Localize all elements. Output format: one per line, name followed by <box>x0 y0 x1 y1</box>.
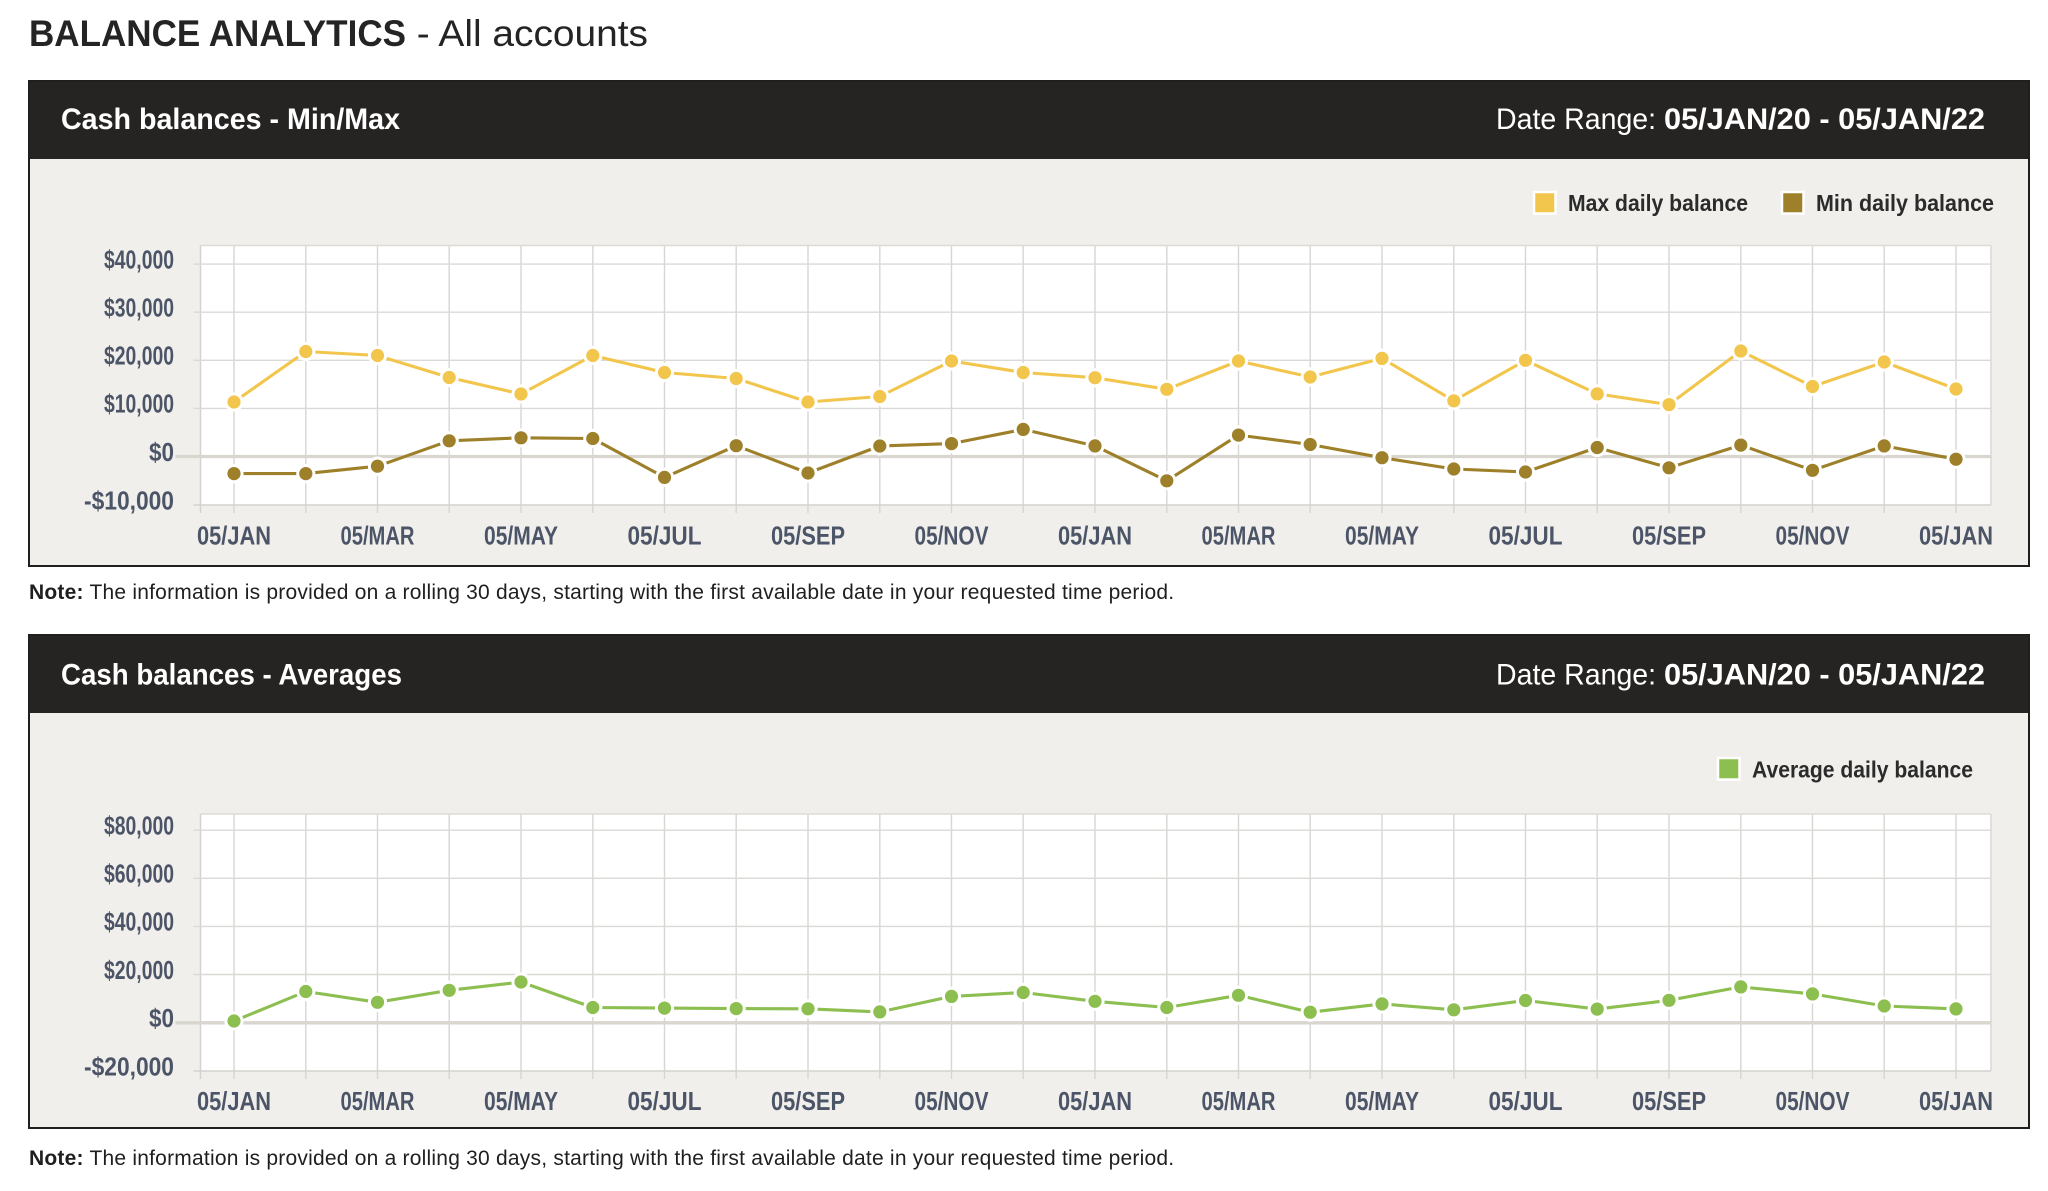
svg-text:-$10,000: -$10,000 <box>84 485 174 515</box>
svg-text:Date Range: 05/JAN/20 - 05/JAN: Date Range: 05/JAN/20 - 05/JAN/22 <box>1496 103 1985 136</box>
svg-text:05/NOV: 05/NOV <box>915 1086 990 1116</box>
svg-text:05/SEP: 05/SEP <box>1632 1086 1706 1116</box>
svg-text:05/MAR: 05/MAR <box>341 1086 415 1116</box>
svg-text:$20,000: $20,000 <box>104 955 174 985</box>
svg-text:05/JUL: 05/JUL <box>1489 521 1563 551</box>
svg-text:05/JAN: 05/JAN <box>1058 521 1132 551</box>
svg-text:05/JAN: 05/JAN <box>197 1086 271 1116</box>
svg-text:05/SEP: 05/SEP <box>1632 521 1706 551</box>
svg-text:Cash balances - Averages: Cash balances - Averages <box>61 659 402 692</box>
svg-text:05/JUL: 05/JUL <box>628 521 702 551</box>
svg-text:05/JUL: 05/JUL <box>1489 1086 1563 1116</box>
svg-text:05/NOV: 05/NOV <box>1776 521 1851 551</box>
svg-text:-$20,000: -$20,000 <box>84 1051 174 1081</box>
svg-text:05/MAR: 05/MAR <box>1202 521 1276 551</box>
svg-text:BALANCE ANALYTICS - All accoun: BALANCE ANALYTICS - All accounts <box>29 13 648 54</box>
svg-text:$0: $0 <box>149 437 174 467</box>
svg-text:05/MAR: 05/MAR <box>341 521 415 551</box>
svg-text:$60,000: $60,000 <box>104 859 174 889</box>
svg-text:$30,000: $30,000 <box>104 293 174 323</box>
svg-text:05/MAY: 05/MAY <box>484 521 558 551</box>
svg-text:Min daily balance: Min daily balance <box>1816 190 1994 216</box>
svg-text:05/NOV: 05/NOV <box>915 521 990 551</box>
svg-text:Date Range: 05/JAN/20 - 05/JAN: Date Range: 05/JAN/20 - 05/JAN/22 <box>1496 659 1985 692</box>
svg-text:$0: $0 <box>149 1003 174 1033</box>
svg-text:05/SEP: 05/SEP <box>771 1086 845 1116</box>
svg-text:05/MAY: 05/MAY <box>1345 1086 1419 1116</box>
svg-text:Max daily balance: Max daily balance <box>1568 190 1748 216</box>
svg-text:05/MAR: 05/MAR <box>1202 1086 1276 1116</box>
svg-text:05/JAN: 05/JAN <box>1919 521 1993 551</box>
svg-text:05/MAY: 05/MAY <box>484 1086 558 1116</box>
svg-text:$20,000: $20,000 <box>104 341 174 371</box>
svg-text:05/MAY: 05/MAY <box>1345 521 1419 551</box>
svg-text:05/JAN: 05/JAN <box>197 521 271 551</box>
svg-text:05/JAN: 05/JAN <box>1919 1086 1993 1116</box>
svg-text:$80,000: $80,000 <box>104 811 174 841</box>
svg-text:$40,000: $40,000 <box>104 244 174 274</box>
svg-text:05/JUL: 05/JUL <box>628 1086 702 1116</box>
svg-text:$10,000: $10,000 <box>104 389 174 419</box>
svg-text:05/JAN: 05/JAN <box>1058 1086 1132 1116</box>
svg-text:05/NOV: 05/NOV <box>1776 1086 1851 1116</box>
svg-text:05/SEP: 05/SEP <box>771 521 845 551</box>
svg-text:Average daily balance: Average daily balance <box>1752 757 1973 783</box>
svg-text:Cash balances - Min/Max: Cash balances - Min/Max <box>61 103 400 136</box>
svg-text:$40,000: $40,000 <box>104 907 174 937</box>
